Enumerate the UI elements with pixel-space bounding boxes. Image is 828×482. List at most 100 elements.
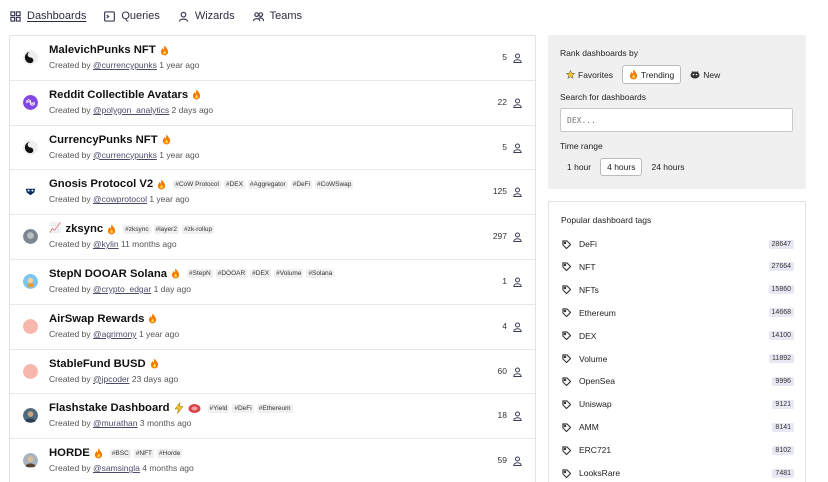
nav-teams[interactable]: Teams <box>252 10 302 22</box>
time-4h-button[interactable]: 4 hours <box>600 158 643 176</box>
dashboard-tag[interactable]: #NFT <box>133 448 155 458</box>
time-24h-button[interactable]: 24 hours <box>645 158 690 176</box>
dashboard-row[interactable]: Gnosis Protocol V2 #CoW Protocol #DEX #Aggr… <box>10 170 535 216</box>
dashboard-row[interactable]: CurrencyPunks NFT Created by @currencypun… <box>10 126 535 171</box>
popular-tag-item[interactable]: AMM 8141 <box>562 420 794 434</box>
creator-avatar <box>23 94 38 110</box>
dashboard-tag[interactable]: #DeFi <box>290 179 313 189</box>
dashboard-tags: #BSC #NFT #Horde <box>109 448 183 458</box>
dashboard-title[interactable]: MalevichPunks NFT <box>49 44 156 56</box>
dashboard-tag[interactable]: #Ethereum <box>256 403 293 413</box>
time-range-heading: Time range <box>560 141 603 151</box>
dashboard-title[interactable]: HORDE <box>49 447 90 459</box>
creator-link[interactable]: @samsingla <box>93 463 140 473</box>
dashboard-row[interactable]: Flashstake Dashboard #Yield #DeFi #Ethereum… <box>10 394 535 440</box>
popular-tag-item[interactable]: Volume 11892 <box>562 352 794 366</box>
popular-tag-name: Uniswap <box>579 399 612 410</box>
dashboard-search-input[interactable] <box>560 108 793 132</box>
popular-tag-name: OpenSea <box>579 376 615 387</box>
nav-wizards[interactable]: Wizards <box>178 10 235 22</box>
created-by-prefix: Created by <box>49 60 91 70</box>
dashboard-tags: #StepN #DOOAR #DEX #Volume #Solana <box>187 269 335 279</box>
dashboard-tag[interactable]: #BSC <box>109 448 131 458</box>
dashboard-row[interactable]: AirSwap Rewards Created by @agrimony 1 ye… <box>10 305 535 350</box>
creator-link[interactable]: @currencypunks <box>93 150 157 160</box>
dashboard-title[interactable]: zksync <box>65 223 103 235</box>
dashboard-tag[interactable]: #Aggregator <box>247 179 288 189</box>
popular-tag-item[interactable]: Uniswap 9121 <box>562 397 794 411</box>
dashboard-title[interactable]: Flashstake Dashboard <box>49 402 170 414</box>
popular-tag-item[interactable]: DEX 14100 <box>562 329 794 343</box>
created-time: 1 day ago <box>153 283 191 294</box>
creator-link[interactable]: @polygon_analytics <box>93 105 169 115</box>
popular-tag-count: 7481 <box>772 468 794 478</box>
popular-tag-item[interactable]: NFTs 15860 <box>562 283 794 297</box>
nav-queries[interactable]: Queries <box>104 10 160 22</box>
time-1h-button[interactable]: 1 hour <box>561 158 597 176</box>
creator-link[interactable]: @crypto_edgar <box>93 284 151 294</box>
popular-tag-item[interactable]: OpenSea 9996 <box>562 374 794 388</box>
rank-trending-button[interactable]: Trending <box>621 65 682 84</box>
tag-icon <box>562 423 571 432</box>
creator-link[interactable]: @murathan <box>93 418 138 428</box>
dashboard-tag[interactable]: #Volume <box>274 269 304 279</box>
dashboard-tag[interactable]: #Horde <box>157 448 183 458</box>
creator-avatar <box>23 229 38 245</box>
dashboard-title[interactable]: StepN DOOAR Solana <box>49 268 167 280</box>
dashboard-title-line: Reddit Collectible Avatars <box>49 89 201 101</box>
teams-icon <box>252 11 264 21</box>
dashboard-title[interactable]: StableFund BUSD <box>49 358 146 370</box>
rank-option-label: Favorites <box>578 69 613 80</box>
dashboard-title-line: AirSwap Rewards <box>49 313 157 325</box>
dashboard-tag[interactable]: #layer2 <box>153 224 179 234</box>
created-time: 1 year ago <box>138 328 180 339</box>
creator-link[interactable]: @jpcoder <box>93 374 130 384</box>
dashboard-row[interactable]: StableFund BUSD Created by @jpcoder 23 da… <box>10 350 535 395</box>
rank-new-button[interactable]: New <box>684 65 726 84</box>
popular-tag-item[interactable]: DeFi 28647 <box>562 237 794 251</box>
dashboard-row[interactable]: Reddit Collectible Avatars Created by @po… <box>10 81 535 126</box>
dashboard-title[interactable]: AirSwap Rewards <box>49 313 144 325</box>
popular-tag-count: 28647 <box>768 239 794 249</box>
dashboard-title[interactable]: Gnosis Protocol V2 <box>49 178 153 190</box>
dashboard-tag[interactable]: #Yield <box>207 403 230 413</box>
favorite-count: 4 <box>502 320 507 331</box>
popular-tag-name: DeFi <box>579 239 597 249</box>
dashboard-tag[interactable]: #Solana <box>306 269 335 279</box>
dashboard-title[interactable]: CurrencyPunks NFT <box>49 134 158 146</box>
creator-link[interactable]: @cowprotocol <box>93 194 147 204</box>
dashboard-row[interactable]: HORDE #BSC #NFT #Horde Created by @samsingla… <box>10 439 535 482</box>
flame-icon <box>162 134 170 145</box>
dashboard-meta: Created by @currencypunks 1 year ago <box>49 150 199 160</box>
popular-tag-item[interactable]: LooksRare 7481 <box>562 466 794 480</box>
popular-tag-name: DEX <box>579 330 597 341</box>
created-by-prefix: Created by <box>49 194 91 205</box>
nav-dashboards[interactable]: Dashboards <box>10 10 86 22</box>
dashboard-tag[interactable]: #zksync <box>123 224 151 234</box>
creator-link[interactable]: @kylin <box>93 239 119 249</box>
popular-tag-item[interactable]: NFT 27664 <box>562 260 794 274</box>
dashboard-tag[interactable]: #CoW Protocol <box>173 179 221 189</box>
popular-tag-item[interactable]: Ethereum 14668 <box>562 306 794 320</box>
dashboard-tag[interactable]: #DOOAR <box>215 269 248 279</box>
dashboard-tag[interactable]: #DEX <box>250 269 272 279</box>
created-time: 4 months ago <box>142 463 194 474</box>
dashboard-tag[interactable]: #DeFi <box>232 403 254 413</box>
dashboard-row[interactable]: StepN DOOAR Solana #StepN #DOOAR #DEX #Volum… <box>10 260 535 305</box>
created-time: 11 months ago <box>120 239 177 250</box>
dashboard-tag[interactable]: #CoWSwap <box>315 179 354 189</box>
creator-avatar <box>23 50 38 65</box>
dashboard-row[interactable]: MalevichPunks NFT Created by @currencypun… <box>10 36 535 81</box>
rank-options: Favorites Trending New <box>560 65 726 84</box>
creator-avatar <box>23 318 38 334</box>
dashboard-tag[interactable]: #StepN <box>187 269 213 279</box>
dashboard-title[interactable]: Reddit Collectible Avatars <box>49 89 188 101</box>
creator-link[interactable]: @currencypunks <box>93 60 157 70</box>
dashboard-tag[interactable]: #zk-rollup <box>181 224 215 234</box>
favorite-count: 18 <box>497 410 507 421</box>
dashboard-row[interactable]: 📈 zksync #zksync #layer2 #zk-rollup Created b… <box>10 215 535 260</box>
rank-favorites-button[interactable]: Favorites <box>560 65 619 84</box>
popular-tag-item[interactable]: ERC721 8102 <box>562 443 794 457</box>
dashboard-tag[interactable]: #DEX <box>223 179 245 189</box>
creator-link[interactable]: @agrimony <box>93 329 137 339</box>
